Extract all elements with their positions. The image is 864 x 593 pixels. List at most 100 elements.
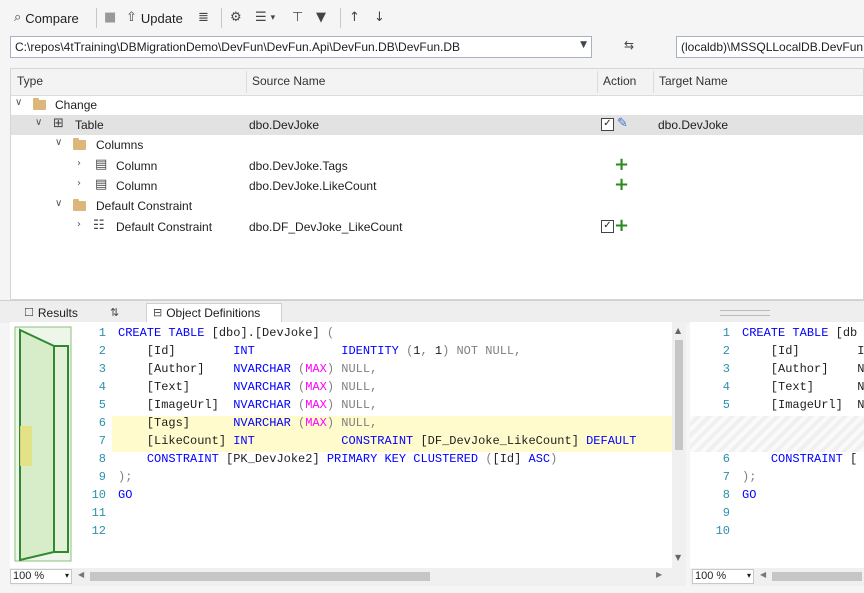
compare-label: Compare — [25, 10, 79, 26]
code-line: CONSTRAINT [PK_DevJoke2] PRIMARY KEY CLU… — [146, 452, 558, 466]
zoom-select-left[interactable]: 100 % ▾ — [10, 569, 72, 584]
tab-object-definitions[interactable]: ⊟ Object Definitions — [146, 303, 282, 322]
previous-change-button[interactable]: ↑ — [349, 9, 360, 27]
line-number: 6 — [722, 452, 730, 466]
chevron-down-icon[interactable]: ∨ — [55, 198, 62, 209]
group-results-button[interactable]: ☰ ▾ — [255, 9, 275, 27]
update-button[interactable]: ⇧ Update — [126, 9, 183, 27]
toolbar-separator — [221, 8, 222, 28]
swap-icon[interactable]: ⇆ — [624, 38, 634, 52]
line-number: 2 — [722, 344, 730, 358]
row-source: dbo.DevJoke — [249, 118, 320, 132]
row-type: Column — [116, 179, 158, 193]
tree-row-table[interactable]: ∨ ⊞ Table dbo.DevJoke ✓ ✎ dbo.DevJoke — [11, 115, 863, 135]
code-line: [ImageUrl] NVARCHAR (MAX) NULL, — [118, 398, 378, 412]
tree-row-default-constraint[interactable]: › ☷ Default Constraint dbo.DF_DevJoke_Li… — [11, 217, 863, 237]
zoom-select-right[interactable]: 100 % ▾ — [692, 569, 754, 584]
toolbar-separator — [340, 8, 341, 28]
tab-results[interactable]: ☐ Results — [18, 303, 84, 322]
scroll-right-icon[interactable]: ▶ — [656, 570, 662, 579]
toolbar: ⌕ Compare ■ ⇧ Update ≣ ⚙ ☰ ▾ ⊤ ▼ ↑ ↓ — [0, 0, 864, 36]
code-line: [LikeCount] INT CONSTRAINT [DF_DevJoke_L… — [118, 434, 637, 448]
line-number: 9 — [98, 470, 106, 484]
right-editor-statusbar: 100 % ▾ ◀ — [690, 568, 864, 586]
scroll-left-icon[interactable]: ◀ — [78, 570, 84, 579]
code-line: [Id] I — [742, 344, 864, 358]
target-definition-editor[interactable]: 1 2 3 4 5 6 7 8 9 10 CREATE TABLE [db [I… — [690, 322, 864, 568]
include-checkbox[interactable]: ✓ — [601, 220, 614, 233]
type-column-header[interactable]: Type — [17, 74, 43, 88]
source-column-header[interactable]: Source Name — [252, 74, 325, 88]
line-number: 1 — [98, 326, 106, 340]
include-checkbox[interactable]: ✓ — [601, 118, 614, 131]
scroll-up-icon[interactable]: ▲ — [675, 326, 681, 335]
sort-icon: ⇅ — [110, 305, 120, 319]
column-divider — [653, 71, 654, 93]
code-line: CONSTRAINT [ — [770, 452, 858, 466]
diff-overview-margin[interactable] — [14, 326, 72, 562]
stop-button[interactable]: ■ — [104, 9, 116, 27]
code-line: [Text] N — [742, 380, 864, 394]
filter-button[interactable]: ⊤ — [292, 9, 303, 27]
next-change-button[interactable]: ↓ — [374, 9, 385, 27]
row-type: Column — [116, 159, 158, 173]
tree-row-columns[interactable]: ∨ Columns — [11, 135, 863, 155]
chevron-right-icon[interactable]: › — [77, 178, 81, 189]
line-number: 8 — [722, 488, 730, 502]
horizontal-scroll-thumb[interactable] — [772, 572, 862, 581]
code-line: [Author] N — [742, 362, 864, 376]
code-line: [Author] NVARCHAR (MAX) NULL, — [118, 362, 378, 376]
tree-row-column-likecount[interactable]: › ▤ Column dbo.DevJoke.LikeCount + — [11, 176, 863, 196]
left-editor-statusbar: 100 % ▾ ◀ ▶ — [10, 568, 686, 586]
clear-filter-button[interactable]: ▼ — [316, 9, 326, 27]
row-type: Change — [55, 98, 98, 112]
scroll-thumb[interactable] — [675, 340, 683, 450]
splitter-grip[interactable] — [720, 310, 770, 316]
zoom-value: 100 % — [695, 570, 727, 582]
target-path-text: (localdb)\MSSQLLocalDB.DevFun — [681, 40, 864, 54]
diff-gap-placeholder — [690, 416, 864, 452]
source-path-select[interactable]: C:\repos\4tTraining\DBMigrationDemo\DevF… — [10, 36, 592, 58]
grid-header: Type Source Name Action Target Name — [11, 69, 863, 96]
code-line: [Text] NVARCHAR (MAX) NULL, — [118, 380, 378, 394]
tab-object-definitions-label: Object Definitions — [166, 306, 261, 320]
tab-results-label: Results — [37, 305, 78, 320]
scroll-down-icon[interactable]: ▼ — [675, 553, 681, 562]
tab-sort[interactable]: ⇅ — [104, 303, 125, 322]
line-number: 7 — [98, 434, 106, 448]
chevron-down-icon[interactable]: ∨ — [35, 117, 42, 128]
horizontal-scroll-thumb[interactable] — [90, 572, 430, 581]
action-column-header[interactable]: Action — [603, 74, 636, 88]
tree-row-change[interactable]: ∨ Change — [11, 95, 863, 115]
line-number: 2 — [98, 344, 106, 358]
chevron-right-icon[interactable]: › — [77, 158, 81, 169]
chevron-down-icon[interactable]: ∨ — [15, 97, 22, 108]
compare-icon: ⌕ — [14, 10, 22, 25]
scroll-left-icon[interactable]: ◀ — [760, 570, 766, 579]
group-icon: ☰ — [255, 10, 267, 25]
generate-script-button[interactable]: ≣ — [198, 9, 209, 27]
stop-icon: ■ — [104, 10, 117, 25]
column-divider — [246, 71, 247, 93]
target-path-select[interactable]: (localdb)\MSSQLLocalDB.DevFun — [676, 36, 864, 58]
target-column-header[interactable]: Target Name — [659, 74, 728, 88]
vertical-scrollbar[interactable]: ▲ ▼ — [672, 322, 686, 568]
tree-row-column-tags[interactable]: › ▤ Column dbo.DevJoke.Tags + — [11, 156, 863, 176]
zoom-value: 100 % — [13, 570, 45, 582]
line-number: 4 — [98, 380, 106, 394]
line-number: 6 — [98, 416, 106, 430]
compare-button[interactable]: ⌕ Compare — [14, 9, 79, 27]
chevron-down-icon[interactable]: ∨ — [55, 137, 62, 148]
definitions-icon: ⊟ — [153, 306, 163, 319]
chevron-down-icon: ▾ — [746, 571, 751, 580]
tree-row-default-constraints[interactable]: ∨ Default Constraint — [11, 196, 863, 216]
toolbar-separator — [96, 8, 97, 28]
source-definition-editor[interactable]: 1 2 3 4 5 6 7 8 9 10 11 12 CREATE TABLE … — [10, 322, 686, 568]
table-icon: ⊞ — [53, 116, 64, 131]
row-type: Columns — [96, 138, 144, 152]
options-button[interactable]: ⚙ — [230, 9, 242, 27]
row-source: dbo.DevJoke.LikeCount — [249, 179, 377, 193]
row-target: dbo.DevJoke — [658, 118, 729, 132]
chevron-right-icon[interactable]: › — [77, 219, 81, 230]
pencil-icon: ✎ — [617, 116, 628, 131]
